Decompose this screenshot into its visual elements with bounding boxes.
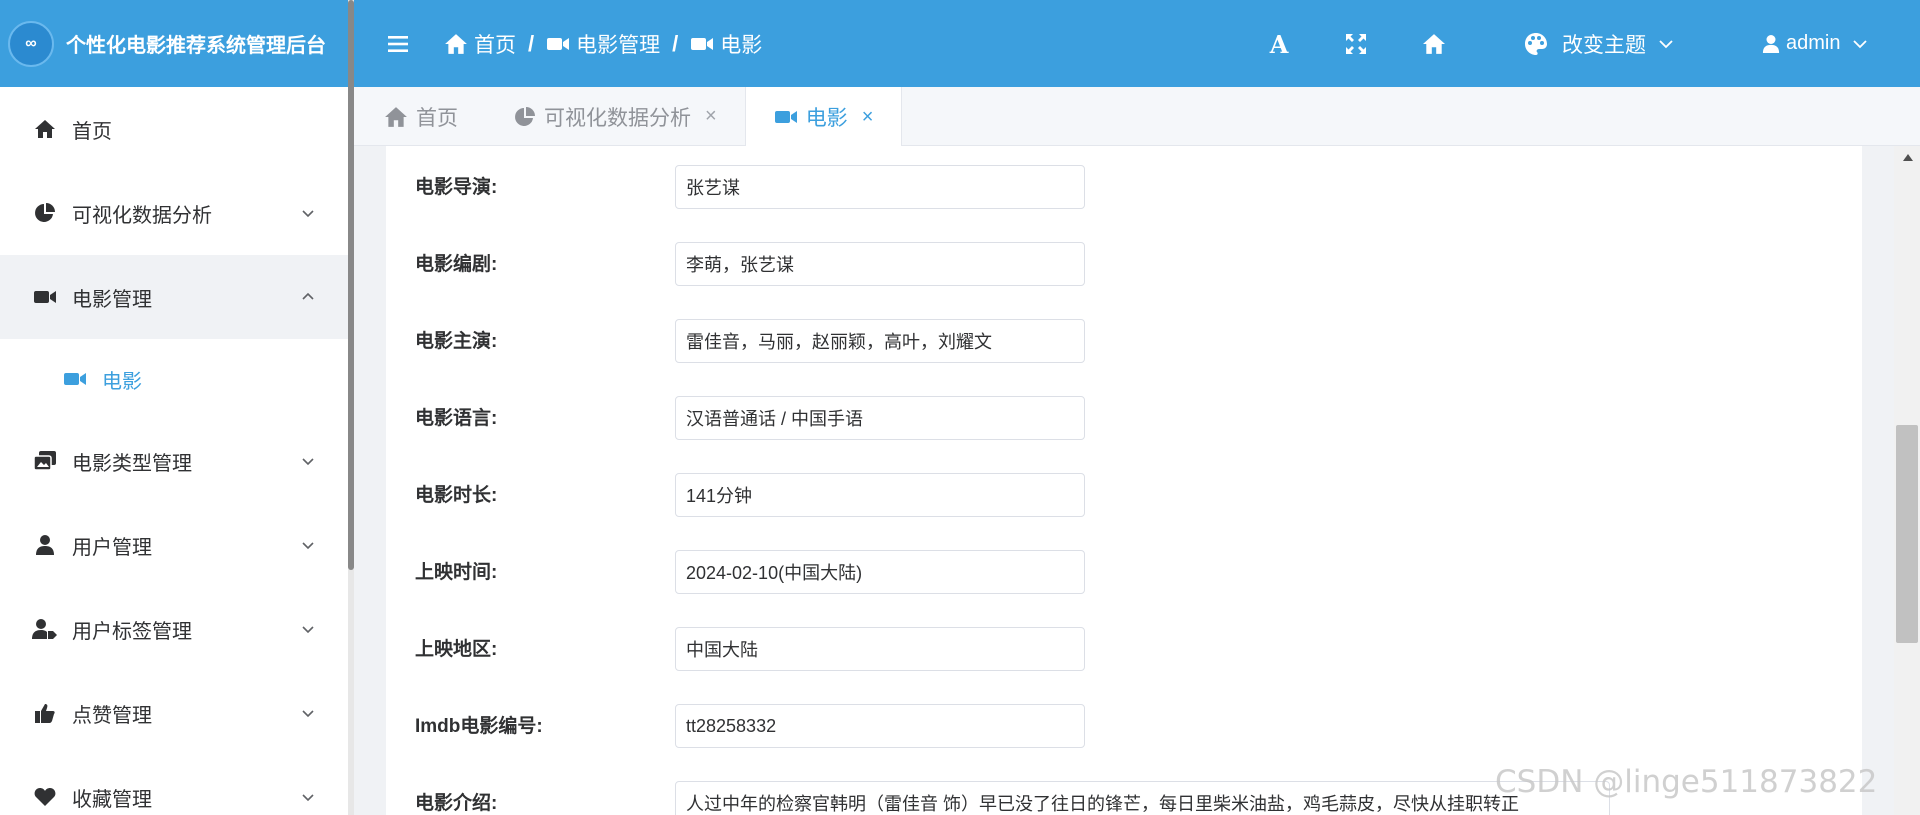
imdb-field[interactable]	[675, 704, 1085, 748]
home-icon	[445, 33, 467, 54]
sidebar-item-movie-management[interactable]: 电影管理	[0, 255, 348, 339]
brand-title: 个性化电影推荐系统管理后台	[66, 35, 326, 57]
release-date-label: 上映时间:	[415, 562, 498, 583]
sidebar-item-users[interactable]: 用户管理	[0, 503, 348, 587]
breadcrumb-home[interactable]: 首页	[444, 29, 516, 59]
sidebar-item-label: 电影	[102, 370, 142, 393]
writer-field[interactable]	[675, 242, 1085, 286]
sidebar: ∞ 个性化电影推荐系统管理后台 首页 可视化数据分析 电影管理 电影 电影类型管…	[0, 0, 348, 815]
video-camera-icon	[62, 366, 88, 392]
language-label: 电影语言:	[415, 408, 498, 429]
breadcrumb-movie-management[interactable]: 电影管理	[546, 29, 660, 59]
form-row-director: 电影导演:	[386, 146, 1862, 209]
sidebar-item-label: 收藏管理	[72, 788, 152, 811]
sidebar-item-movie[interactable]: 电影	[0, 339, 348, 419]
breadcrumb-movie[interactable]: 电影	[690, 29, 762, 59]
release-region-field[interactable]	[675, 627, 1085, 671]
sidebar-item-label: 用户标签管理	[72, 620, 192, 643]
breadcrumb: 首页 / 电影管理 / 电影	[444, 29, 762, 59]
brand-header: ∞ 个性化电影推荐系统管理后台	[0, 0, 348, 87]
brand-logo: ∞	[8, 20, 54, 67]
imdb-label: Imdb电影编号:	[415, 716, 543, 737]
close-icon[interactable]: ×	[705, 105, 717, 128]
font-size-icon[interactable]: A	[1264, 29, 1294, 59]
director-field[interactable]	[675, 165, 1085, 209]
sidebar-item-label: 点赞管理	[72, 704, 152, 727]
cast-field[interactable]	[675, 319, 1085, 363]
chevron-down-icon	[1853, 39, 1868, 48]
sidebar-item-label: 用户管理	[72, 536, 152, 559]
cast-label: 电影主演:	[415, 331, 498, 352]
duration-label: 电影时长:	[415, 485, 498, 506]
form-row-cast: 电影主演:	[386, 300, 1862, 363]
form-row-duration: 电影时长:	[386, 454, 1862, 517]
user-dropdown[interactable]: admin	[1762, 0, 1874, 87]
chevron-down-icon	[302, 458, 314, 466]
menu-toggle-icon[interactable]	[384, 30, 412, 58]
tab-movie[interactable]: 电影 ×	[744, 87, 903, 147]
home-icon	[385, 106, 407, 127]
tab-bar: 首页 可视化数据分析 × 电影 ×	[354, 87, 1920, 147]
form-row-release-date: 上映时间:	[386, 531, 1862, 594]
sidebar-item-label: 电影类型管理	[72, 452, 192, 475]
release-region-label: 上映地区:	[415, 639, 498, 660]
sidebar-item-favorites[interactable]: 收藏管理	[0, 755, 348, 815]
director-label: 电影导演:	[415, 177, 498, 198]
tab-home[interactable]: 首页	[354, 87, 486, 146]
user-tag-icon	[32, 616, 58, 642]
user-icon	[32, 532, 58, 558]
language-field[interactable]	[675, 396, 1085, 440]
sidebar-item-label: 电影管理	[72, 288, 152, 311]
sidebar-item-home[interactable]: 首页	[0, 87, 348, 171]
sidebar-item-user-tags[interactable]: 用户标签管理	[0, 587, 348, 671]
movie-detail-form: 电影导演: 电影编剧: 电影主演: 电影语言: 电影时长: 上映时间: 上映地区…	[386, 146, 1862, 815]
form-row-imdb: Imdb电影编号:	[386, 685, 1862, 748]
content-scrollbar-thumb[interactable]	[1896, 425, 1918, 643]
form-row-release-region: 上映地区:	[386, 608, 1862, 671]
breadcrumb-separator: /	[528, 30, 535, 56]
sidebar-item-label: 首页	[72, 120, 112, 143]
sidebar-item-likes[interactable]: 点赞管理	[0, 671, 348, 755]
intro-field[interactable]	[675, 781, 1610, 815]
intro-label: 电影介绍:	[415, 793, 498, 814]
images-icon	[32, 448, 58, 474]
sidebar-item-movie-types[interactable]: 电影类型管理	[0, 419, 348, 503]
video-camera-icon	[32, 284, 58, 310]
fullscreen-icon[interactable]	[1341, 29, 1371, 59]
heart-icon	[32, 784, 58, 810]
video-camera-icon	[691, 37, 714, 50]
home-icon[interactable]	[1419, 29, 1449, 59]
breadcrumb-separator: /	[672, 30, 679, 56]
chevron-down-icon	[302, 626, 314, 634]
thumbs-up-icon	[32, 700, 58, 726]
video-camera-icon	[547, 37, 570, 50]
video-camera-icon	[774, 111, 797, 123]
form-row-language: 电影语言:	[386, 377, 1862, 440]
tab-visualization[interactable]: 可视化数据分析 ×	[486, 87, 745, 146]
duration-field[interactable]	[675, 473, 1085, 517]
pie-chart-icon	[515, 106, 535, 126]
scroll-up-arrow-icon[interactable]	[1903, 154, 1913, 161]
top-bar: 首页 / 电影管理 / 电影 A 改变主题 admin	[354, 0, 1920, 87]
release-date-field[interactable]	[675, 550, 1085, 594]
chevron-down-icon	[1659, 39, 1673, 48]
chevron-down-icon	[302, 710, 314, 718]
form-row-writer: 电影编剧:	[386, 223, 1862, 286]
sidebar-item-visualization[interactable]: 可视化数据分析	[0, 171, 348, 255]
home-icon	[32, 116, 58, 142]
pie-chart-icon	[32, 200, 58, 226]
change-theme-dropdown[interactable]: 改变主题	[1524, 0, 1688, 87]
user-icon	[1762, 34, 1780, 53]
chevron-down-icon	[302, 794, 314, 802]
chevron-down-icon	[302, 210, 314, 218]
writer-label: 电影编剧:	[415, 254, 498, 275]
palette-icon	[1525, 32, 1547, 55]
chevron-down-icon	[302, 542, 314, 550]
close-icon[interactable]: ×	[862, 106, 874, 129]
sidebar-item-label: 可视化数据分析	[72, 204, 212, 227]
chevron-up-icon	[302, 292, 314, 300]
watermark: CSDN @linge511873822	[1495, 764, 1878, 800]
